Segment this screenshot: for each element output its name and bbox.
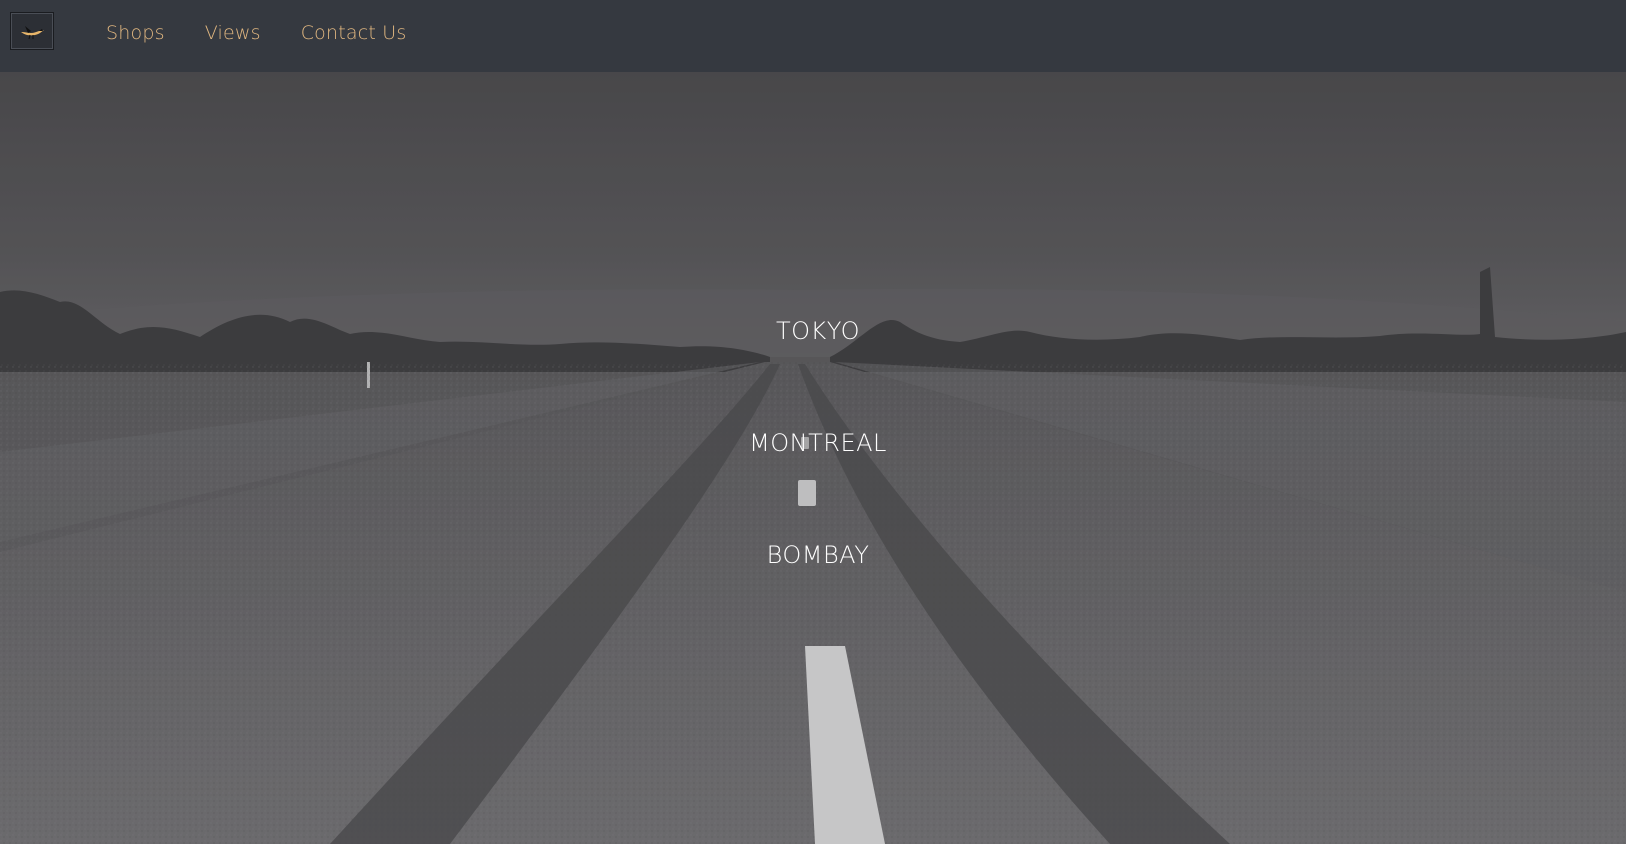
city-list: TOKYO MONTREAL BOMBAY — [0, 72, 1626, 844]
nav-link-shops[interactable]: Shops — [98, 22, 173, 44]
nav-link-contact-us[interactable]: Contact Us — [293, 22, 415, 44]
city-link-montreal[interactable]: MONTREAL — [0, 429, 1626, 457]
main-nav: Shops Views Contact Us — [86, 0, 426, 66]
nav-link-views[interactable]: Views — [197, 22, 269, 44]
city-link-tokyo[interactable]: TOKYO — [0, 317, 1626, 345]
top-navbar: Shops Views Contact Us — [0, 0, 1626, 72]
city-link-bombay[interactable]: BOMBAY — [0, 541, 1626, 569]
bird-logo-icon — [21, 26, 44, 40]
home-logo-button[interactable] — [10, 12, 54, 50]
